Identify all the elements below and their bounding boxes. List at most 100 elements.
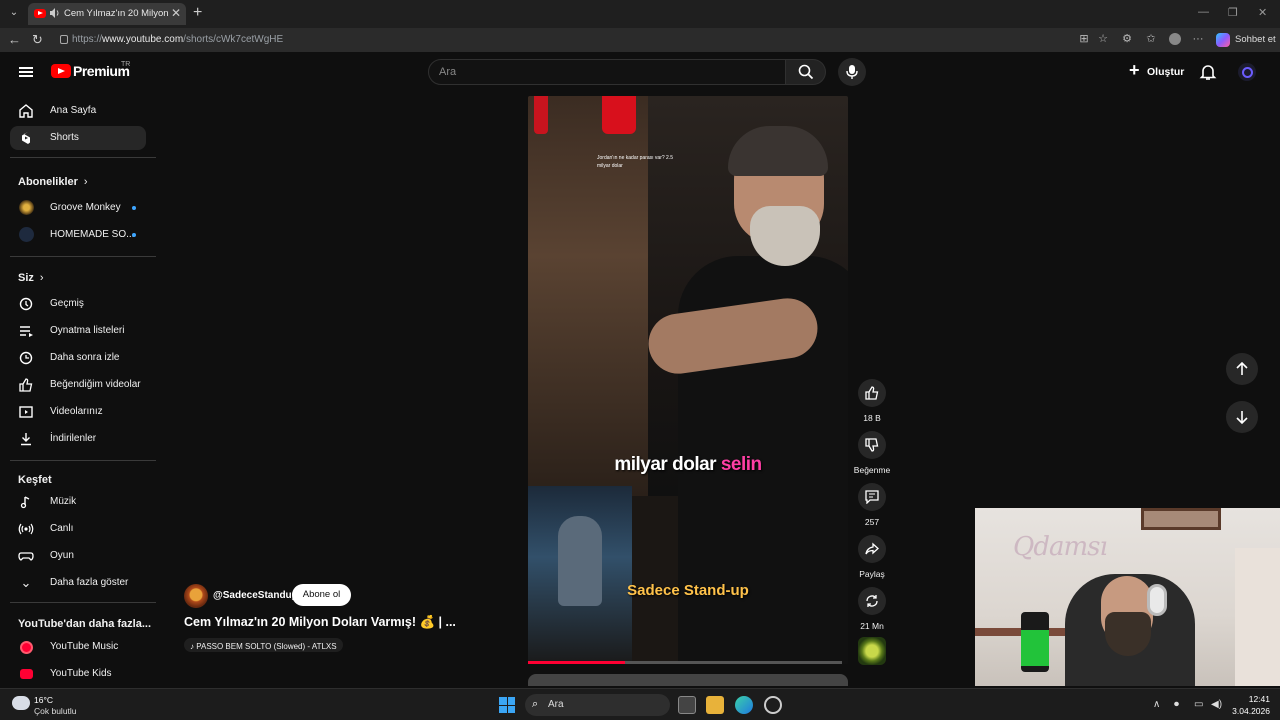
sidebar-item-live[interactable]: Canlı (10, 517, 146, 541)
search-box (428, 59, 786, 85)
create-label: Oluştur (1147, 66, 1185, 78)
chevron-down-icon: ⌄ (20, 575, 32, 590)
sidebar-item-label: İndirilenler (50, 433, 97, 444)
youtube-logo-icon[interactable] (51, 64, 71, 78)
home-icon (19, 104, 33, 118)
tab-actions-icon[interactable]: ⌄ (6, 5, 22, 21)
short-video-player[interactable]: Jordan'ın ne kadar parası var? 2.5 milya… (528, 96, 848, 664)
headphone (1147, 584, 1167, 616)
account-avatar[interactable] (1238, 63, 1256, 81)
sidebar-item-playlists[interactable]: Oynatma listeleri (10, 319, 146, 343)
weather-temperature[interactable]: 16°C (34, 695, 53, 705)
sidebar-item-label: Ana Sayfa (50, 105, 97, 116)
sidebar-item-show-more[interactable]: ⌄ Daha fazla göster (10, 571, 146, 595)
sound-thumbnail[interactable] (858, 637, 886, 665)
extension-icon[interactable]: ⚙ (1121, 33, 1133, 45)
microphone-tray-icon[interactable]: ⏺ (1174, 699, 1179, 710)
next-short-button[interactable] (1226, 401, 1258, 433)
browser-tab-active[interactable]: Cem Yılmaz'ın 20 Milyon Doları Varmış ✕ (28, 3, 186, 25)
sidebar-item-history[interactable]: Geçmiş (10, 292, 146, 316)
app-install-icon[interactable]: ⊞ (1078, 33, 1090, 45)
favorites-icon[interactable]: ✩ (1145, 33, 1157, 45)
comments-button[interactable] (858, 483, 886, 511)
sidebar-item-gaming[interactable]: Oyun (10, 544, 146, 568)
next-short-preview[interactable] (528, 674, 848, 686)
subscriptions-heading[interactable]: Abonelikler › (18, 176, 88, 188)
like-icon (19, 378, 33, 392)
copilot-label: Sohbet et (1235, 34, 1276, 45)
search-input[interactable] (439, 64, 769, 80)
cloud-icon[interactable] (12, 696, 30, 710)
search-button[interactable] (786, 59, 826, 85)
notifications-bell-icon[interactable] (1199, 63, 1217, 81)
video-progress-fill (528, 661, 626, 664)
youtube-kids-icon (20, 669, 33, 679)
edge-browser-icon[interactable] (735, 696, 753, 714)
refresh-icon[interactable]: ↻ (32, 32, 43, 48)
copilot-button[interactable]: Sohbet et (1216, 32, 1276, 48)
sidebar-item-youtube-music[interactable]: YouTube Music (10, 635, 146, 659)
minimize-icon[interactable]: — (1198, 6, 1209, 18)
sidebar-item-label: Oyun (50, 550, 74, 561)
weather-description[interactable]: Çok bulutlu (34, 706, 77, 716)
menu-icon[interactable] (19, 67, 33, 77)
app-icon[interactable] (764, 696, 782, 714)
windows-taskbar: 16°C Çok bulutlu ⌕ Ara ∧ ⏺ ▭ ◀) 12:41 3.… (0, 688, 1280, 720)
sidebar-item-downloads[interactable]: İndirilenler (10, 427, 146, 451)
sidebar-item-home[interactable]: Ana Sayfa (10, 99, 146, 123)
sidebar-item-liked-videos[interactable]: Beğendiğim videolar (10, 373, 146, 397)
clock-time[interactable]: 12:41 (1234, 694, 1270, 704)
video-progress-bar[interactable] (528, 661, 842, 664)
sidebar-item-shorts[interactable]: Shorts (10, 126, 146, 150)
voice-search-button[interactable] (838, 58, 866, 86)
short-title[interactable]: Cem Yılmaz'ın 20 Milyon Doları Varmış! 💰… (184, 615, 456, 630)
channel-name[interactable]: @SadeceStandup (213, 590, 298, 601)
arrow-down-icon (1236, 411, 1248, 425)
back-icon[interactable]: ← (8, 32, 21, 47)
stage-light (602, 96, 636, 134)
sidebar-divider (10, 602, 156, 603)
previous-short-button[interactable] (1226, 353, 1258, 385)
music-link[interactable]: ♪ PASSO BEM SOLTO (Slowed) - ATLXS (184, 638, 343, 652)
sidebar-divider (10, 157, 156, 158)
volume-icon[interactable]: ◀) (1211, 699, 1222, 710)
wall-sign: Qdamsı (1013, 532, 1108, 562)
sidebar-sub-homemade[interactable]: HOMEMADE SO... (10, 223, 146, 247)
url-field[interactable]: https://www.youtube.com/shorts/cWk7cetWg… (56, 31, 1066, 49)
task-view-icon[interactable] (678, 696, 696, 714)
tab-close-icon[interactable]: ✕ (171, 6, 181, 20)
channel-avatar[interactable] (184, 584, 208, 608)
you-heading[interactable]: Siz › (18, 272, 44, 284)
like-button[interactable] (858, 379, 886, 407)
comment-count: 257 (864, 517, 880, 527)
playlist-icon (20, 326, 33, 337)
more-options-icon[interactable]: ··· (1192, 33, 1204, 45)
sidebar-item-music[interactable]: Müzik (10, 490, 146, 514)
tab-audio-icon[interactable] (49, 7, 61, 19)
taskbar-search[interactable]: ⌕ Ara (525, 694, 670, 716)
share-button[interactable] (858, 535, 886, 563)
favorite-star-icon[interactable]: ☆ (1097, 33, 1109, 45)
dislike-button[interactable] (858, 431, 886, 459)
tray-overflow-icon[interactable]: ∧ (1153, 699, 1160, 710)
maximize-icon[interactable]: ❐ (1228, 6, 1238, 19)
search-icon: ⌕ (532, 698, 539, 710)
windows-start-icon[interactable] (499, 697, 515, 713)
window-close-icon[interactable]: ✕ (1258, 6, 1267, 19)
subscribe-button[interactable]: Abone ol (292, 584, 351, 606)
create-button[interactable]: + Oluştur (1126, 60, 1185, 82)
sidebar-sub-groove-monkey[interactable]: Groove Monkey (10, 196, 146, 220)
tab-title: Cem Yılmaz'ın 20 Milyon Doları Varmış (64, 8, 168, 19)
wall-frame (1141, 508, 1221, 530)
youtube-favicon-icon (34, 9, 46, 18)
remix-button[interactable] (858, 587, 886, 615)
file-explorer-icon[interactable] (706, 696, 724, 714)
sidebar-item-youtube-kids[interactable]: YouTube Kids (10, 662, 146, 686)
more-from-youtube-heading: YouTube'dan daha fazla... (18, 618, 151, 630)
network-icon[interactable]: ▭ (1194, 699, 1203, 710)
profile-icon[interactable] (1169, 33, 1181, 45)
new-tab-icon[interactable]: + (193, 4, 202, 22)
clock-date[interactable]: 3.04.2026 (1222, 706, 1270, 716)
sidebar-item-watch-later[interactable]: Daha sonra izle (10, 346, 146, 370)
sidebar-item-your-videos[interactable]: Videolarınız (10, 400, 146, 424)
